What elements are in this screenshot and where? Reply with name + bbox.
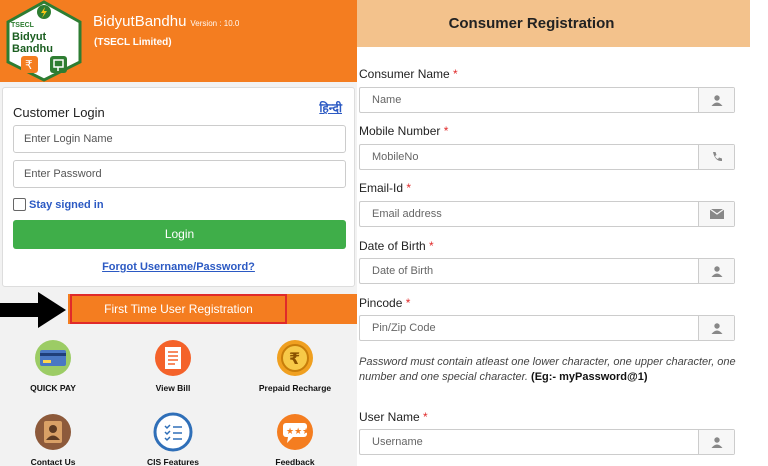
user-icon bbox=[698, 259, 734, 283]
stay-signed-in-label: Stay signed in bbox=[29, 198, 104, 211]
password-input[interactable]: Enter Password bbox=[13, 160, 346, 188]
password-example: (Eg:- myPassword@1) bbox=[531, 371, 648, 383]
tile-contact-us[interactable]: Contact Us bbox=[0, 412, 108, 466]
org-name: (TSECL Limited) bbox=[94, 37, 172, 48]
consumer-name-label: Consumer Name * bbox=[359, 67, 458, 81]
input-placeholder: MobileNo bbox=[372, 151, 419, 163]
tile-label: Feedback bbox=[275, 457, 315, 466]
password-rules-note: Password must contain atleast one lower … bbox=[359, 355, 739, 385]
dob-label: Date of Birth * bbox=[359, 239, 434, 253]
hindi-language-link[interactable]: हिन्दी bbox=[319, 99, 342, 116]
rupee-coin-icon: ₹ bbox=[273, 338, 317, 378]
label-text: Date of Birth bbox=[359, 239, 426, 253]
bidyut-bandhu-logo: TSECL Bidyut Bandhu ₹ bbox=[2, 0, 86, 82]
svg-text:★★★: ★★★ bbox=[286, 427, 310, 437]
required-marker: * bbox=[443, 124, 449, 138]
label-text: Mobile Number bbox=[359, 124, 441, 138]
tile-view-bill[interactable]: View Bill bbox=[118, 338, 228, 393]
user-icon bbox=[698, 88, 734, 112]
form-header: Consumer Registration bbox=[357, 0, 750, 47]
label-text: User Name bbox=[359, 410, 420, 424]
svg-text:Bidyut: Bidyut bbox=[12, 31, 47, 43]
email-label: Email-Id * bbox=[359, 181, 411, 195]
username-label: User Name * bbox=[359, 410, 428, 424]
bill-icon bbox=[151, 338, 195, 378]
dob-input[interactable]: Date of Birth bbox=[359, 258, 735, 284]
left-panel: TSECL Bidyut Bandhu ₹ BidyutBandhu Versio… bbox=[0, 0, 357, 466]
label-text: Email-Id bbox=[359, 181, 404, 195]
checklist-icon bbox=[151, 412, 195, 452]
input-placeholder: Name bbox=[372, 94, 402, 106]
tile-label: Prepaid Recharge bbox=[258, 383, 332, 393]
tile-quick-pay[interactable]: QUICK PAY bbox=[0, 338, 108, 393]
forgot-password-link[interactable]: Forgot Username/Password? bbox=[3, 261, 354, 273]
login-name-placeholder: Enter Login Name bbox=[24, 133, 113, 145]
login-card: Customer Login हिन्दी Enter Login Name E… bbox=[2, 87, 355, 287]
required-marker: * bbox=[453, 67, 458, 81]
tile-label: Contact Us bbox=[30, 457, 76, 466]
required-marker: * bbox=[429, 239, 434, 253]
password-placeholder: Enter Password bbox=[24, 168, 102, 180]
tile-cis-features[interactable]: CIS Features bbox=[118, 412, 228, 466]
app-name-text: BidyutBandhu bbox=[93, 13, 187, 30]
stay-signed-in-checkbox[interactable] bbox=[13, 198, 26, 211]
svg-text:Bandhu: Bandhu bbox=[12, 43, 53, 55]
input-placeholder: Date of Birth bbox=[372, 265, 434, 277]
label-text: Consumer Name bbox=[359, 67, 450, 81]
input-placeholder: Email address bbox=[372, 208, 442, 220]
card-payment-icon bbox=[31, 338, 75, 378]
login-name-input[interactable]: Enter Login Name bbox=[13, 125, 346, 153]
tile-prepaid-recharge[interactable]: ₹ Prepaid Recharge bbox=[240, 338, 350, 393]
app-header: TSECL Bidyut Bandhu ₹ BidyutBandhu Versio… bbox=[0, 0, 357, 82]
arrow-pointer-icon bbox=[0, 292, 66, 328]
envelope-icon bbox=[698, 202, 734, 226]
user-icon bbox=[698, 430, 734, 454]
input-placeholder: Pin/Zip Code bbox=[372, 322, 436, 334]
svg-text:₹: ₹ bbox=[289, 349, 300, 368]
consumer-name-input[interactable]: Name bbox=[359, 87, 735, 113]
login-button[interactable]: Login bbox=[13, 220, 346, 249]
required-marker: * bbox=[405, 296, 411, 310]
svg-text:TSECL: TSECL bbox=[11, 22, 35, 29]
mobile-number-input[interactable]: MobileNo bbox=[359, 144, 735, 170]
email-input[interactable]: Email address bbox=[359, 201, 735, 227]
registration-form-panel: Consumer Registration Consumer Name * Na… bbox=[357, 0, 768, 466]
username-input[interactable]: Username bbox=[359, 429, 735, 455]
tile-label: View Bill bbox=[155, 383, 191, 393]
tile-label: CIS Features bbox=[147, 457, 199, 466]
login-title: Customer Login bbox=[13, 105, 105, 120]
tile-label: QUICK PAY bbox=[30, 383, 76, 393]
stay-signed-in[interactable]: Stay signed in bbox=[13, 198, 104, 211]
first-time-registration-button[interactable]: First Time User Registration bbox=[70, 294, 287, 324]
label-text: Pincode bbox=[359, 296, 403, 310]
feedback-bubble-icon: ★★★ bbox=[273, 412, 317, 452]
pincode-label: Pincode * bbox=[359, 296, 410, 310]
app-name: BidyutBandhu Version : 10.0 bbox=[93, 13, 239, 30]
app-version: Version : 10.0 bbox=[190, 19, 240, 28]
svg-text:₹: ₹ bbox=[25, 58, 33, 72]
mobile-number-label: Mobile Number * bbox=[359, 124, 448, 138]
user-icon bbox=[698, 316, 734, 340]
pincode-input[interactable]: Pin/Zip Code bbox=[359, 315, 735, 341]
input-placeholder: Username bbox=[372, 436, 423, 448]
required-marker: * bbox=[406, 181, 412, 195]
required-marker: * bbox=[423, 410, 428, 424]
phone-icon bbox=[698, 145, 734, 169]
form-title: Consumer Registration bbox=[448, 15, 615, 32]
tile-feedback[interactable]: ★★★ Feedback bbox=[240, 412, 350, 466]
contact-book-icon bbox=[31, 412, 75, 452]
